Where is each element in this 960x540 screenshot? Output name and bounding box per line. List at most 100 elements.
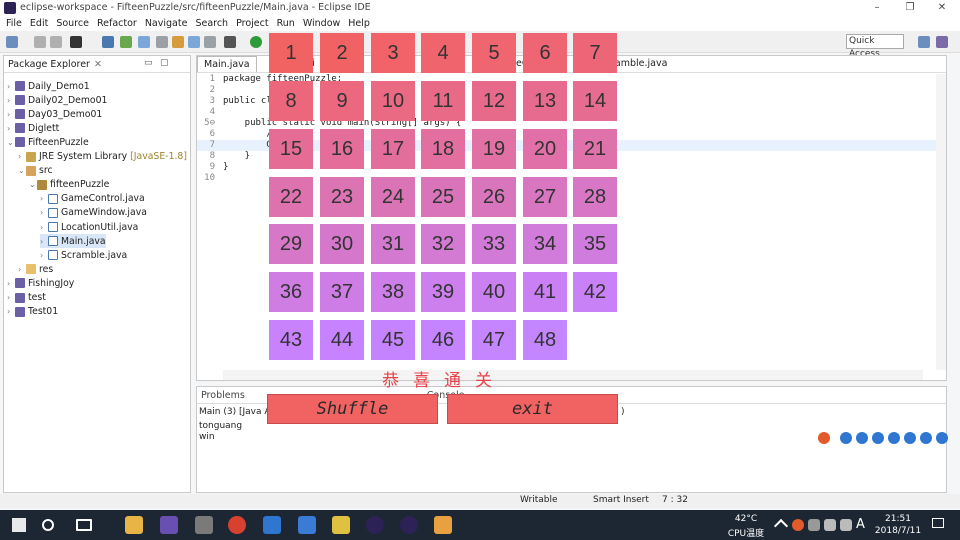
ime-mode-icon[interactable] xyxy=(840,432,852,444)
quick-access-input[interactable]: Quick Access xyxy=(846,34,904,59)
java-app-icon[interactable] xyxy=(434,516,452,534)
puzzle-tile[interactable]: 23 xyxy=(320,177,364,217)
puzzle-tile[interactable]: 16 xyxy=(320,129,364,169)
puzzle-tile[interactable]: 27 xyxy=(523,177,567,217)
chevron-right-icon[interactable]: › xyxy=(18,265,26,274)
puzzle-tile[interactable]: 10 xyxy=(371,81,415,121)
tree-item[interactable]: › test xyxy=(7,291,46,305)
file-explorer-icon[interactable] xyxy=(125,516,143,534)
puzzle-tile[interactable]: 3 xyxy=(371,33,415,73)
open-perspective-icon[interactable] xyxy=(918,36,930,48)
tree-item[interactable]: › JRE System Library [JavaSE-1.8] xyxy=(18,150,187,164)
puzzle-tile[interactable]: 21 xyxy=(573,129,617,169)
wifi-icon[interactable] xyxy=(824,519,836,531)
app-icon[interactable] xyxy=(195,516,213,534)
puzzle-tile[interactable]: 18 xyxy=(421,129,465,169)
puzzle-tile[interactable]: 5 xyxy=(472,33,516,73)
puzzle-tile[interactable]: 41 xyxy=(523,272,567,312)
sogou-ime-icon[interactable] xyxy=(818,432,830,444)
puzzle-tile[interactable]: 25 xyxy=(421,177,465,217)
puzzle-tile[interactable]: 7 xyxy=(573,33,617,73)
ime-keyboard-icon[interactable] xyxy=(904,432,916,444)
horizontal-scrollbar[interactable] xyxy=(223,370,923,380)
eclipse-task-icon[interactable] xyxy=(400,516,418,534)
tree-item[interactable]: › LocationUtil.java xyxy=(40,220,138,234)
menu-project[interactable]: Project xyxy=(232,18,273,29)
ime-skin-icon[interactable] xyxy=(920,432,932,444)
search-icon[interactable] xyxy=(42,519,54,531)
shuffle-button[interactable]: Shuffle xyxy=(267,394,438,424)
debug-icon[interactable] xyxy=(224,36,236,48)
annotation-icon[interactable] xyxy=(172,36,184,48)
chevron-right-icon[interactable]: › xyxy=(7,124,15,133)
puzzle-tile[interactable]: 32 xyxy=(421,224,465,264)
puzzle-tile[interactable]: 11 xyxy=(421,81,465,121)
ime-indicator[interactable]: A xyxy=(856,517,865,532)
chevron-right-icon[interactable]: › xyxy=(40,223,48,232)
highlight-icon[interactable] xyxy=(138,36,150,48)
puzzle-tile[interactable]: 31 xyxy=(371,224,415,264)
puzzle-tile[interactable]: 33 xyxy=(472,224,516,264)
puzzle-tile[interactable]: 2 xyxy=(320,33,364,73)
puzzle-tile[interactable]: 12 xyxy=(472,81,516,121)
clock-time[interactable]: 21:51 xyxy=(876,514,920,524)
puzzle-tile[interactable]: 29 xyxy=(269,224,313,264)
puzzle-tile[interactable]: 1 xyxy=(269,33,313,73)
save-all-icon[interactable] xyxy=(50,36,62,48)
puzzle-tile[interactable]: 40 xyxy=(472,272,516,312)
puzzle-tile[interactable]: 30 xyxy=(320,224,364,264)
puzzle-tile[interactable]: 28 xyxy=(573,177,617,217)
package-explorer-title[interactable]: Package Explorer xyxy=(8,59,90,70)
editor-tab[interactable]: Main.java xyxy=(197,56,257,72)
java-perspective-icon[interactable] xyxy=(936,36,948,48)
ime-tools-icon[interactable] xyxy=(936,432,948,444)
chevron-right-icon[interactable]: › xyxy=(40,194,48,203)
puzzle-tile[interactable]: 22 xyxy=(269,177,313,217)
tray-app-icon[interactable] xyxy=(808,519,820,531)
puzzle-tile[interactable]: 39 xyxy=(421,272,465,312)
maximize-view-icon[interactable]: ▢ xyxy=(160,58,169,68)
puzzle-tile[interactable]: 45 xyxy=(371,320,415,360)
toggle-icon[interactable] xyxy=(102,36,114,48)
puzzle-tile[interactable]: 47 xyxy=(472,320,516,360)
mark-icon[interactable] xyxy=(120,36,132,48)
puzzle-tile[interactable]: 36 xyxy=(269,272,313,312)
new-icon[interactable] xyxy=(6,36,18,48)
tree-item[interactable]: › Scramble.java xyxy=(40,248,127,262)
puzzle-tile[interactable]: 17 xyxy=(371,129,415,169)
visual-studio-icon[interactable] xyxy=(160,516,178,534)
baidu-netdisk-icon[interactable] xyxy=(298,516,316,534)
notes-icon[interactable] xyxy=(332,516,350,534)
chevron-right-icon[interactable]: › xyxy=(7,293,15,302)
tree-item[interactable]: › Daily_Demo1 xyxy=(7,79,90,93)
menu-run[interactable]: Run xyxy=(273,18,299,29)
start-icon[interactable] xyxy=(12,518,26,532)
puzzle-tile[interactable]: 42 xyxy=(573,272,617,312)
chevron-right-icon[interactable]: › xyxy=(40,251,48,260)
run-icon[interactable] xyxy=(250,36,262,48)
refresh-icon[interactable] xyxy=(156,36,168,48)
tree-item[interactable]: › Main.java xyxy=(40,234,106,249)
puzzle-tile[interactable]: 24 xyxy=(371,177,415,217)
save-icon[interactable] xyxy=(34,36,46,48)
notification-icon[interactable] xyxy=(932,518,944,528)
puzzle-tile[interactable]: 14 xyxy=(573,81,617,121)
close-view-icon[interactable]: ✕ xyxy=(94,59,102,70)
puzzle-tile[interactable]: 46 xyxy=(421,320,465,360)
minimize-button[interactable]: – xyxy=(862,0,892,15)
puzzle-tile[interactable]: 19 xyxy=(472,129,516,169)
puzzle-tile[interactable]: 15 xyxy=(269,129,313,169)
chevron-up-icon[interactable] xyxy=(773,518,789,534)
chevron-down-icon[interactable]: ⌄ xyxy=(7,138,15,147)
tree-item[interactable]: › GameControl.java xyxy=(40,192,145,206)
exit-button[interactable]: exit xyxy=(447,394,618,424)
tree-item[interactable]: › Day03_Demo01 xyxy=(7,107,102,121)
tree-item[interactable]: ⌄ src xyxy=(18,164,53,178)
menu-window[interactable]: Window xyxy=(299,18,344,29)
puzzle-tile[interactable]: 9 xyxy=(320,81,364,121)
tree-item[interactable]: ⌄ FifteenPuzzle xyxy=(7,135,89,149)
ime-voice-icon[interactable] xyxy=(888,432,900,444)
menu-file[interactable]: File xyxy=(2,18,26,29)
task-view-icon[interactable] xyxy=(76,519,92,531)
tree-item[interactable]: › Test01 xyxy=(7,305,58,319)
